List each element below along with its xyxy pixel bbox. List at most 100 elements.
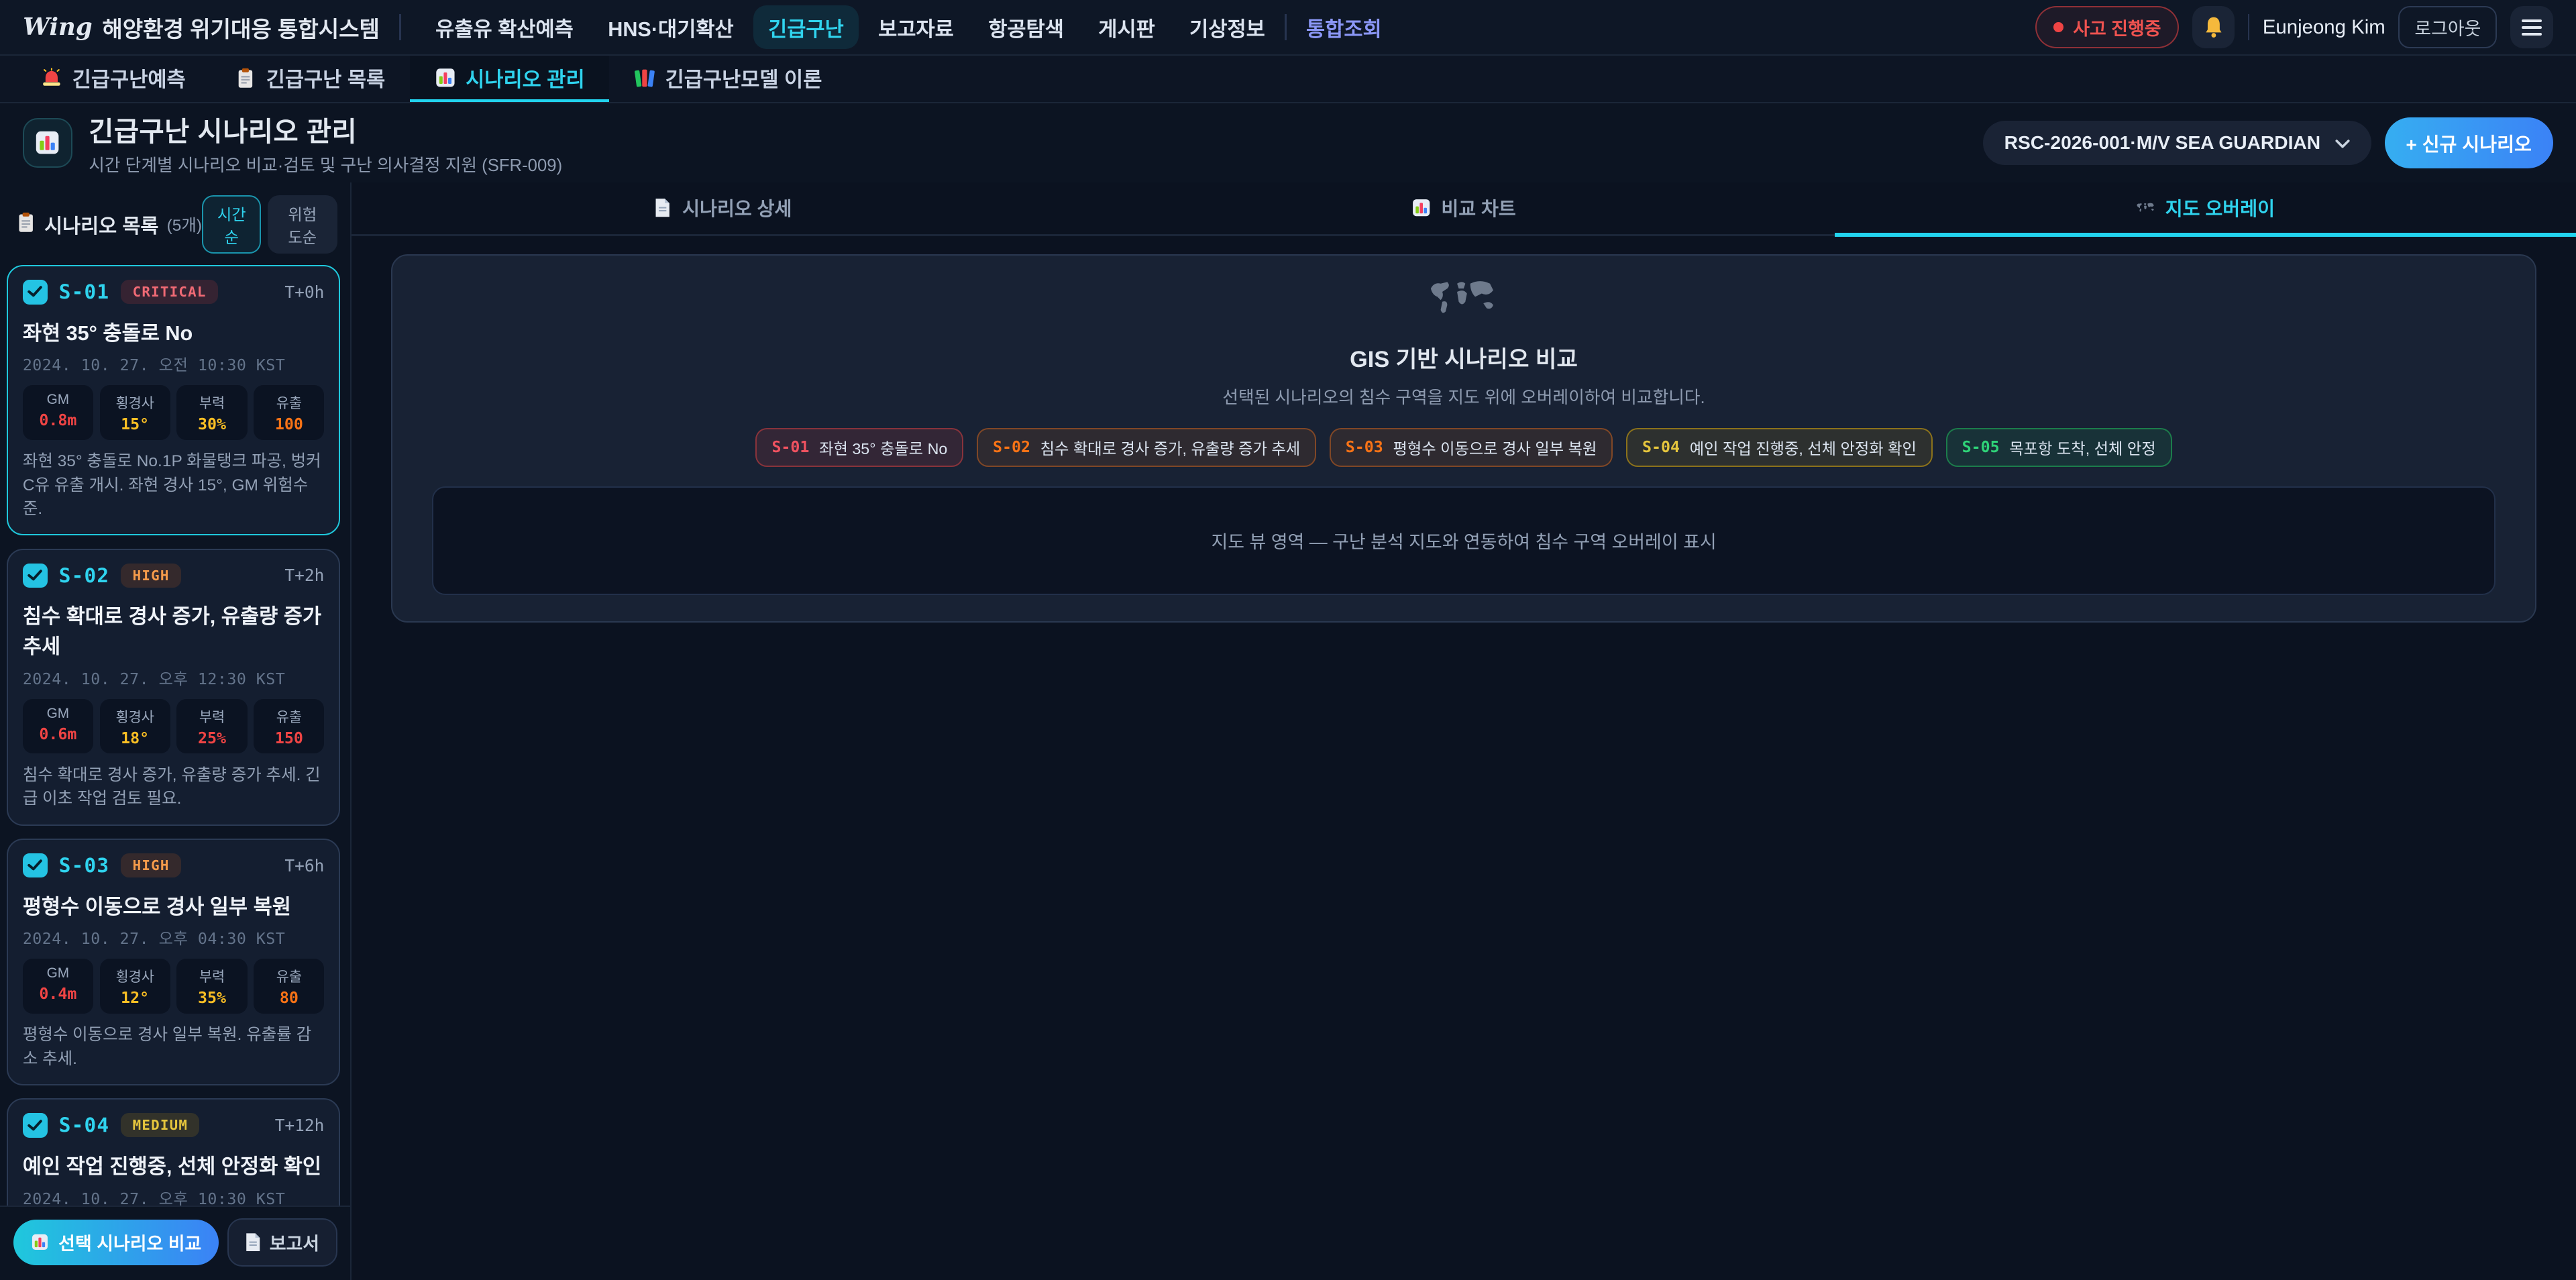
page-title: 긴급구난 시나리오 관리 [89,109,562,149]
incident-select[interactable]: RSC-2026-001·M/V SEA GUARDIAN [1983,121,2371,165]
scenario-chip-S-03[interactable]: S-03 평형수 이동으로 경사 일부 복원 [1330,428,1613,467]
module-tab-1[interactable]: 긴급구난 목록 [210,56,409,102]
content-tab-0[interactable]: 시나리오 상세 [352,182,1093,237]
page-header: 긴급구난 시나리오 관리 시간 단계별 시나리오 비교·검토 및 구난 의사결정… [0,103,2576,182]
notifications-button[interactable] [2192,6,2235,49]
nav-item-5[interactable]: 게시판 [1083,5,1170,49]
stat-tile: 부력25% [176,699,247,753]
logout-button[interactable]: 로그아웃 [2398,6,2497,48]
stat-value: 15° [103,415,167,433]
stat-tile: GM0.6m [23,699,93,753]
scenario-checkbox[interactable] [23,564,48,588]
sidebar-header: 시나리오 목록 (5개) 시간순위험도순 [0,182,350,262]
scenario-checkbox[interactable] [23,1113,48,1138]
books-icon [634,67,655,89]
main-layout: 시나리오 목록 (5개) 시간순위험도순 S-01 CRITICAL T+0h … [0,182,2576,1280]
incident-select-value: RSC-2026-001·M/V SEA GUARDIAN [2004,132,2320,154]
module-tab-label: 긴급구난 목록 [266,62,385,93]
stat-tile: 횡경사12° [100,959,170,1013]
scenario-card-S-02[interactable]: S-02 HIGH T+2h 침수 확대로 경사 증가, 유출량 증가 추세 2… [7,549,341,826]
module-tab-label: 긴급구난예측 [72,62,186,93]
severity-badge: HIGH [121,853,180,877]
sort-button-0[interactable]: 시간순 [202,195,261,254]
content-tab-label: 비교 차트 [1441,194,1515,221]
stat-value: 100 [257,415,321,433]
chip-id: S-05 [1962,438,2000,456]
stat-label: 횡경사 [103,392,167,412]
compare-scenarios-button[interactable]: 선택 시나리오 비교 [13,1220,219,1265]
chip-id: S-01 [771,438,809,456]
scenario-checkbox[interactable] [23,280,48,305]
stat-tile: 횡경사 15° [100,385,170,439]
doc-icon [245,1232,261,1252]
chip-id: S-03 [1346,438,1383,456]
doc-icon [653,198,672,217]
module-tab-label: 긴급구난모델 이론 [665,62,822,93]
nav-item-7[interactable]: 통합조회 [1291,5,1397,49]
scenario-description: 침수 확대로 경사 증가, 유출량 증가 추세. 긴급 이초 작업 검토 필요. [23,763,325,811]
user-name: Eunjeong Kim [2263,16,2385,39]
app-logo: Wing 해양환경 위기대응 통합시스템 [23,11,380,44]
nav-item-3[interactable]: 보고자료 [863,5,969,49]
report-button[interactable]: 보고서 [227,1218,337,1267]
nav-item-6[interactable]: 기상정보 [1175,5,1280,49]
chip-label: 목포항 도착, 선체 안정 [2009,436,2155,459]
world-map-icon [1428,277,1500,325]
scenario-chip-S-04[interactable]: S-04예인 작업 진행중, 선체 안정화 확인 [1626,428,1933,467]
scenario-chip-S-05[interactable]: S-05 목포항 도착, 선체 안정 [1946,428,2172,467]
page-icon [23,118,72,167]
gis-panel: GIS 기반 시나리오 비교 선택된 시나리오의 침수 구역을 지도 위에 오버… [391,254,2536,622]
nav-item-1[interactable]: HNS·대기확산 [593,5,749,49]
sidebar-title-text: 시나리오 목록 [44,211,158,239]
scenario-chip-S-01[interactable]: S-01좌현 35° 충돌로 No [755,428,963,467]
severity-badge: CRITICAL [121,280,217,304]
chart-icon [34,129,60,156]
chip-label: 침수 확대로 경사 증가, 유출량 증가 추세 [1040,436,1300,459]
stat-value: 25% [180,729,244,747]
scenario-id: S-01 [59,280,110,303]
scenario-card-S-03[interactable]: S-03 HIGH T+6h 평형수 이동으로 경사 일부 복원 2024. 1… [7,839,341,1085]
module-tab-2[interactable]: 시나리오 관리 [410,56,609,102]
nav-item-4[interactable]: 항공탐색 [973,5,1079,49]
stat-value: 150 [257,729,321,747]
new-scenario-button[interactable]: + 신규 시나리오 [2385,117,2553,168]
header-divider [399,14,400,40]
module-tabs: 긴급구난예측 긴급구난 목록 시나리오 관리 긴급구난모델 이론 [0,56,2576,103]
chart-icon [31,1233,49,1251]
scenario-list: S-01 CRITICAL T+0h 좌현 35° 충돌로 No 2024. 1… [0,262,350,1205]
chart-icon [435,67,456,89]
scenario-card-S-04[interactable]: S-04 MEDIUM T+12h 예인 작업 진행중, 선체 안정화 확인 2… [7,1098,341,1205]
sort-button-1[interactable]: 위험도순 [268,195,337,254]
time-offset: T+2h [284,566,324,585]
stat-tile: 유출150 [254,699,324,753]
map-placeholder: 지도 뷰 영역 — 구난 분석 지도와 연동하여 침수 구역 오버레이 표시 [432,486,2496,595]
content-tab-2[interactable]: 지도 오버레이 [1835,182,2576,237]
scenario-title: 침수 확대로 경사 증가, 유출량 증가 추세 [23,599,325,659]
scenario-datetime: 2024. 10. 27. 오후 12:30 KST [23,666,325,689]
chip-label: 예인 작업 진행중, 선체 안정화 확인 [1690,436,1917,459]
scenario-title: 평형수 이동으로 경사 일부 복원 [23,890,325,920]
header-divider [2248,14,2249,40]
scenario-stats: GM0.6m횡경사18°부력25%유출150 [23,699,325,753]
world-map-icon [2136,198,2155,217]
sidebar-title: 시나리오 목록 (5개) [16,211,202,239]
stat-value: 18° [103,729,167,747]
menu-button[interactable] [2510,6,2553,49]
scenario-description: 좌현 35° 충돌로 No.1P 화물탱크 파공, 벙커C유 유출 개시. 좌현… [23,449,325,521]
stat-tile: 부력35% [176,959,247,1013]
scenario-chips: S-01좌현 35° 충돌로 No S-02침수 확대로 경사 증가, 유출량 증… [755,428,2171,467]
scenario-chip-S-02[interactable]: S-02침수 확대로 경사 증가, 유출량 증가 추세 [977,428,1316,467]
scenario-description: 평형수 이동으로 경사 일부 복원. 유출률 감소 추세. [23,1023,325,1071]
scenario-id: S-02 [59,564,110,587]
chip-label: 평형수 이동으로 경사 일부 복원 [1393,436,1597,459]
module-tab-0[interactable]: 긴급구난예측 [16,56,210,102]
scenario-datetime: 2024. 10. 27. 오후 04:30 KST [23,926,325,949]
scenario-checkbox[interactable] [23,853,48,878]
module-tab-3[interactable]: 긴급구난모델 이론 [609,56,847,102]
content-tab-1[interactable]: 비교 차트 [1093,182,1834,237]
nav-item-2[interactable]: 긴급구난 [753,5,859,49]
content-tab-label: 지도 오버레이 [2165,194,2275,221]
sidebar-footer: 선택 시나리오 비교 보고서 [0,1206,350,1280]
nav-item-0[interactable]: 유출유 확산예측 [421,5,588,49]
scenario-card-S-01[interactable]: S-01 CRITICAL T+0h 좌현 35° 충돌로 No 2024. 1… [7,265,341,535]
